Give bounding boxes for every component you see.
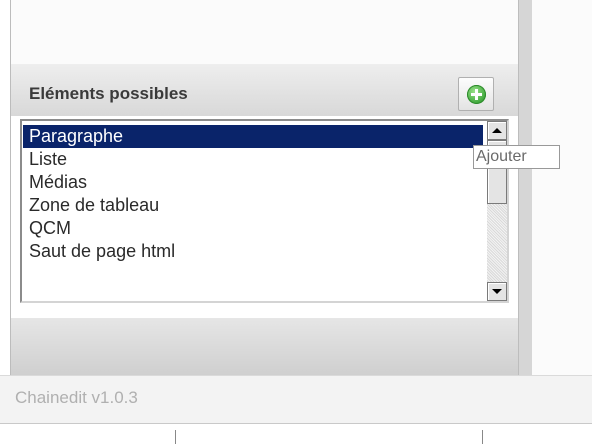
list-item-saut-de-page-html[interactable]: Saut de page html (23, 240, 483, 263)
elements-list: Paragraphe Liste Médias Zone de tableau … (23, 125, 483, 263)
elements-panel: Eléments possibles Paragraphe Liste Médi… (10, 0, 519, 375)
add-tooltip: Ajouter (473, 145, 560, 169)
elements-listbox[interactable]: Paragraphe Liste Médias Zone de tableau … (20, 119, 509, 303)
scroll-up-button[interactable] (487, 121, 507, 140)
version-bar: Chainedit v1.0.3 (0, 375, 592, 423)
arrow-down-icon (492, 289, 502, 294)
panel-footer-band (11, 318, 519, 375)
list-item-zone-de-tableau[interactable]: Zone de tableau (23, 194, 483, 217)
list-item-liste[interactable]: Liste (23, 148, 483, 171)
version-label: Chainedit v1.0.3 (15, 388, 138, 407)
add-element-button[interactable] (458, 77, 494, 111)
panel-top-area (11, 0, 519, 64)
divider-tick (482, 430, 483, 444)
list-item-medias[interactable]: Médias (23, 171, 483, 194)
scroll-down-button[interactable] (487, 282, 507, 301)
list-item-paragraphe[interactable]: Paragraphe (23, 125, 483, 148)
right-column (532, 0, 592, 375)
bottom-strip (0, 423, 592, 444)
arrow-up-icon (492, 128, 502, 133)
list-item-qcm[interactable]: QCM (23, 217, 483, 240)
panel-title: Eléments possibles (29, 84, 188, 103)
plus-circle-icon (467, 85, 486, 104)
divider-tick (175, 430, 176, 444)
panel-divider (518, 0, 532, 375)
panel-header: Eléments possibles (11, 64, 519, 116)
